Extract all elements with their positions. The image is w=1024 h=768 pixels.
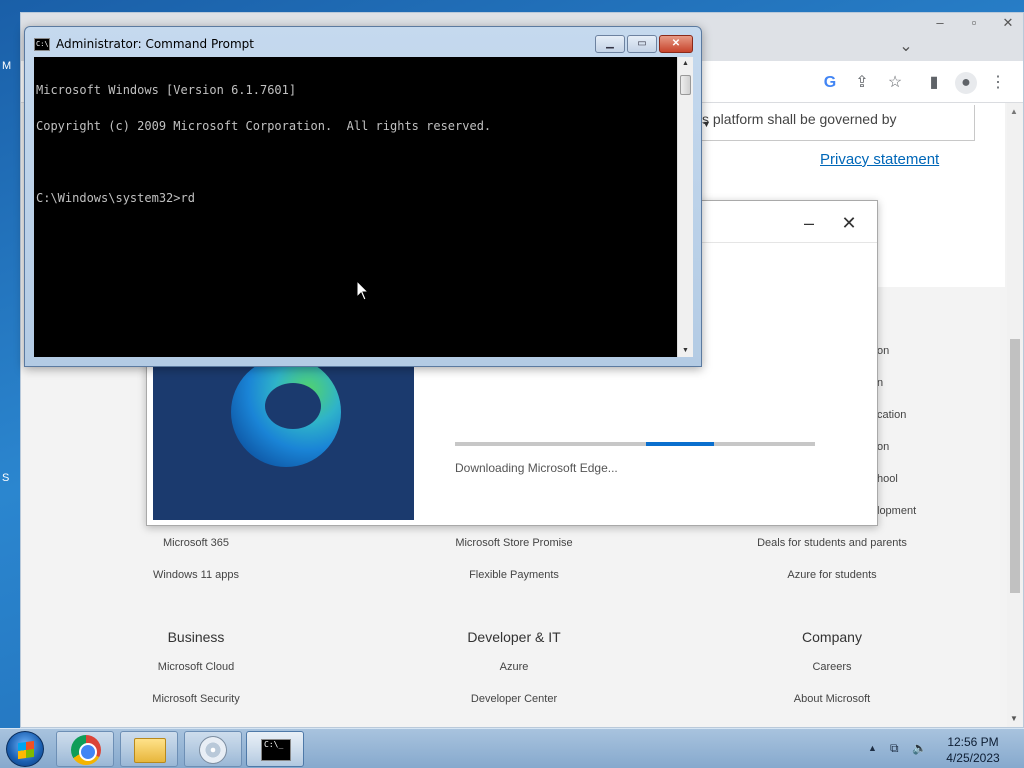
show-hidden-icons-arrow-icon[interactable]: ▲ xyxy=(868,743,877,753)
terms-dropdown[interactable]: s platform shall be governed by ▼ xyxy=(701,105,975,141)
footer-link[interactable]: Flexible Payments xyxy=(414,569,614,581)
installer-close-button[interactable]: ✕ xyxy=(837,211,861,235)
footer-link-fragment[interactable]: on xyxy=(877,441,889,453)
profile-icon[interactable]: ● xyxy=(955,72,977,94)
sidepanel-icon[interactable]: ▮ xyxy=(923,72,945,94)
share-icon[interactable]: ⇪ xyxy=(851,72,873,94)
start-button[interactable] xyxy=(6,731,44,767)
footer-link[interactable]: Windows 11 apps xyxy=(96,569,296,581)
dropdown-caret-icon: ▼ xyxy=(702,119,711,129)
cmd-scrollbar-thumb[interactable] xyxy=(680,75,691,95)
footer-link[interactable]: Microsoft Security xyxy=(96,693,296,705)
footer-link[interactable]: Azure xyxy=(414,661,614,673)
taskbar: C:\_ ▲ ⧉ 🔈 12:56 PM 4/25/2023 xyxy=(0,728,1024,768)
download-progress-bar xyxy=(455,442,815,446)
taskbar-setup-button[interactable] xyxy=(184,731,242,767)
star-icon[interactable]: ☆ xyxy=(884,72,906,94)
browser-close-button[interactable]: ✕ xyxy=(991,13,1024,33)
taskbar-chrome-button[interactable] xyxy=(56,731,114,767)
footer-heading: Developer & IT xyxy=(467,629,561,645)
edge-logo-icon xyxy=(231,357,341,467)
cmd-window-title: Administrator: Command Prompt xyxy=(56,37,254,51)
footer-link[interactable]: Microsoft Cloud xyxy=(96,661,296,673)
taskbar-cmd-button[interactable]: C:\_ xyxy=(246,731,304,767)
browser-scrollbar-thumb[interactable] xyxy=(1010,339,1020,593)
desktop-icon-label-fragment: M xyxy=(2,60,12,72)
console-line: Copyright (c) 2009 Microsoft Corporation… xyxy=(36,119,492,133)
footer-link[interactable]: Developer Center xyxy=(414,693,614,705)
installer-minimize-button[interactable]: – xyxy=(797,211,821,235)
chrome-icon xyxy=(71,735,101,765)
footer-link-fragment[interactable]: on xyxy=(877,345,889,357)
windows-logo-icon xyxy=(18,740,34,760)
footer-link[interactable]: Azure for students xyxy=(732,569,932,581)
folder-icon xyxy=(134,738,166,763)
scroll-up-arrow-icon[interactable]: ▲ xyxy=(682,60,689,67)
footer-link-fragment[interactable]: lopment xyxy=(877,505,916,517)
google-g-icon[interactable]: G xyxy=(819,72,841,94)
browser-minimize-button[interactable]: ‒ xyxy=(923,13,957,33)
taskbar-explorer-button[interactable] xyxy=(120,731,178,767)
cmd-close-button[interactable]: ✕ xyxy=(659,35,693,53)
footer-link[interactable]: Careers xyxy=(732,661,932,673)
tab-search-chevron-icon[interactable]: ⌄ xyxy=(889,37,923,57)
cmd-icon: C:\_ xyxy=(261,739,291,761)
footer-heading: Business xyxy=(167,629,225,645)
menu-icon[interactable]: ⋮ xyxy=(987,72,1009,94)
footer-link[interactable]: About Microsoft xyxy=(732,693,932,705)
console-line: Microsoft Windows [Version 6.1.7601] xyxy=(36,83,297,97)
download-progress-fill xyxy=(646,442,714,446)
network-icon[interactable]: ⧉ xyxy=(890,741,899,756)
volume-muted-icon[interactable]: 🔈 xyxy=(912,741,927,755)
clock-time[interactable]: 12:56 PM xyxy=(938,735,1008,749)
scroll-down-arrow-icon[interactable]: ▼ xyxy=(682,347,689,354)
setup-disc-icon xyxy=(199,736,227,764)
cmd-minimize-button[interactable]: ▁ xyxy=(595,35,625,53)
cmd-maximize-button[interactable]: ▭ xyxy=(627,35,657,53)
scroll-up-arrow-icon[interactable]: ▲ xyxy=(1010,107,1018,116)
footer-link[interactable]: Microsoft 365 xyxy=(96,537,296,549)
footer-link[interactable]: Deals for students and parents xyxy=(732,537,932,549)
browser-maximize-button[interactable]: ▫ xyxy=(957,13,991,33)
console-output[interactable]: Microsoft Windows [Version 6.1.7601] Cop… xyxy=(34,57,677,357)
privacy-statement-link[interactable]: Privacy statement xyxy=(820,151,939,168)
footer-heading: Company xyxy=(802,629,862,645)
footer-link-fragment[interactable]: cation xyxy=(877,409,906,421)
download-status-text: Downloading Microsoft Edge... xyxy=(455,461,618,475)
footer-link[interactable]: Microsoft Store Promise xyxy=(414,537,614,549)
browser-scrollbar[interactable]: ▲ ▼ xyxy=(1007,103,1023,727)
command-prompt-window[interactable]: C:\ Administrator: Command Prompt ▁ ▭ ✕ … xyxy=(24,26,702,367)
mouse-cursor-icon xyxy=(356,280,370,301)
footer-link-fragment[interactable]: hool xyxy=(877,473,898,485)
scroll-down-arrow-icon[interactable]: ▼ xyxy=(1010,714,1018,723)
console-prompt-line[interactable]: C:\Windows\system32>rd xyxy=(36,192,675,204)
cmd-app-icon: C:\ xyxy=(34,38,50,51)
cmd-scrollbar[interactable]: ▲ ▼ xyxy=(677,57,693,357)
clock-date[interactable]: 4/25/2023 xyxy=(938,751,1008,765)
